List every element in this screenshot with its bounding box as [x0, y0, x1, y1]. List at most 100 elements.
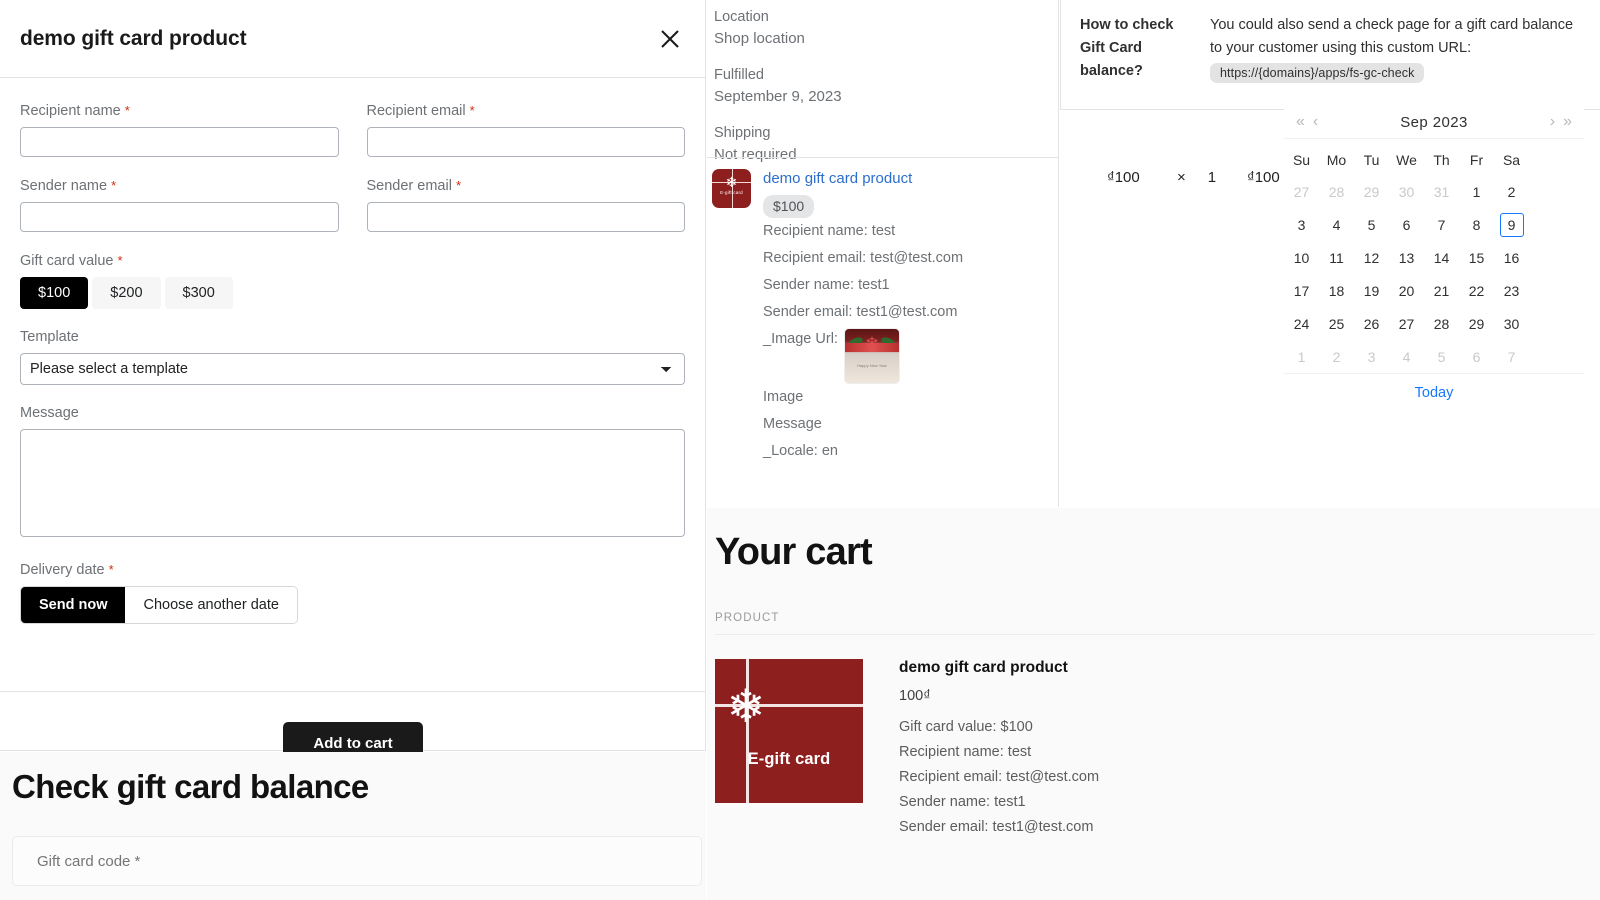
calendar-day-cell[interactable]: 1 [1284, 340, 1319, 373]
cart-column-header-product: PRODUCT [715, 612, 1595, 635]
name-email-row-1: Recipient name * Recipient email * [20, 102, 685, 157]
gift-card-code-input[interactable] [35, 852, 679, 871]
delivery-send-now-button[interactable]: Send now [21, 587, 125, 623]
cart-product-price: 100₫ [899, 688, 1099, 704]
calendar-day-cell[interactable]: 27 [1284, 175, 1319, 208]
location-label: Location [714, 7, 1058, 28]
calendar-day-cell[interactable]: 6 [1459, 340, 1494, 373]
calendar-day-cell[interactable]: 2 [1494, 175, 1529, 208]
calendar-day-cell[interactable]: 24 [1284, 307, 1319, 340]
required-marker: * [118, 253, 123, 268]
calendar-day-cell[interactable]: 13 [1389, 241, 1424, 274]
gift-card-value-option-200[interactable]: $200 [92, 277, 160, 309]
required-marker: * [109, 562, 114, 577]
line-item-quantity: 1 [1208, 169, 1216, 186]
calendar-day-cell[interactable]: 3 [1354, 340, 1389, 373]
cart-item-property: Recipient name: test [899, 740, 1099, 765]
calendar-day-cell[interactable]: 7 [1494, 340, 1529, 373]
calendar-day-cell[interactable]: 10 [1284, 241, 1319, 274]
calendar-day-cell[interactable]: 20 [1389, 274, 1424, 307]
calendar-day-cell[interactable]: 26 [1354, 307, 1389, 340]
calendar-day-cell[interactable]: 7 [1424, 208, 1459, 241]
calendar-day-cell[interactable]: 22 [1459, 274, 1494, 307]
calendar-day-number: 27 [1290, 180, 1314, 204]
prev-year-icon[interactable]: « [1292, 114, 1309, 130]
ribbon-bow-icon: ❄ [865, 334, 879, 354]
message-label: Message [20, 404, 685, 422]
gift-card-code-field[interactable] [12, 836, 702, 886]
calendar-day-cell[interactable]: 15 [1459, 241, 1494, 274]
calendar-day-cell[interactable]: 30 [1389, 175, 1424, 208]
calendar-day-cell[interactable]: 14 [1424, 241, 1459, 274]
gift-card-value-block: Gift card value * $100 $200 $300 [20, 252, 685, 309]
calendar-day-cell[interactable]: 1 [1459, 175, 1494, 208]
calendar-week-row: 24252627282930 [1284, 307, 1584, 340]
calendar-day-cell[interactable]: 4 [1389, 340, 1424, 373]
calendar-day-cell[interactable]: 9 [1494, 208, 1529, 241]
gift-card-value-option-100[interactable]: $100 [20, 277, 88, 309]
calendar-day-number: 5 [1430, 345, 1454, 369]
calendar-day-number: 4 [1395, 345, 1419, 369]
calendar-day-number: 23 [1500, 279, 1524, 303]
calendar-day-number: 17 [1290, 279, 1314, 303]
fulfilled-value: September 9, 2023 [714, 86, 1058, 107]
calendar-day-cell[interactable]: 4 [1319, 208, 1354, 241]
calendar-day-cell[interactable]: 5 [1354, 208, 1389, 241]
calendar-day-number: 28 [1430, 312, 1454, 336]
calendar-day-cell[interactable]: 5 [1424, 340, 1459, 373]
calendar-day-cell[interactable]: 30 [1494, 307, 1529, 340]
line-item-product-link[interactable]: demo gift card product [763, 169, 912, 189]
required-marker: * [111, 178, 116, 193]
gift-card-value-option-300[interactable]: $300 [165, 277, 233, 309]
page-root: demo gift card product Recipient name * [0, 0, 1600, 900]
cart-title: Your cart [715, 530, 1600, 574]
template-block: Template Please select a template [20, 328, 685, 385]
calendar-day-cell[interactable]: 3 [1284, 208, 1319, 241]
delivery-choose-date-button[interactable]: Choose another date [125, 587, 296, 623]
prev-month-icon[interactable]: ‹ [1309, 114, 1322, 130]
calendar-day-cell[interactable]: 29 [1459, 307, 1494, 340]
calendar-day-cell[interactable]: 17 [1284, 274, 1319, 307]
sender-name-input[interactable] [20, 202, 339, 232]
message-textarea[interactable] [20, 429, 685, 537]
calendar-day-cell[interactable]: 27 [1389, 307, 1424, 340]
calendar-week-row: 1234567 [1284, 340, 1584, 373]
calendar-day-cell[interactable]: 28 [1424, 307, 1459, 340]
template-select[interactable]: Please select a template [20, 353, 685, 385]
calendar-today-link[interactable]: Today [1415, 385, 1454, 401]
calendar-day-cell[interactable]: 25 [1319, 307, 1354, 340]
calendar-day-number: 11 [1325, 246, 1349, 270]
close-icon[interactable] [655, 24, 685, 54]
calendar-day-cell[interactable]: 8 [1459, 208, 1494, 241]
recipient-name-input[interactable] [20, 127, 339, 157]
calendar-day-cell[interactable]: 19 [1354, 274, 1389, 307]
check-balance-url-chip[interactable]: https://{domains}/apps/fs-gc-check [1210, 63, 1424, 83]
calendar-day-cell[interactable]: 11 [1319, 241, 1354, 274]
calendar-day-number: 7 [1500, 345, 1524, 369]
required-marker: * [456, 178, 461, 193]
modal-footer: Add to cart [0, 691, 705, 750]
calendar-day-cell[interactable]: 29 [1354, 175, 1389, 208]
cart-item-info: demo gift card product 100₫ Gift card va… [899, 659, 1099, 840]
recipient-email-input[interactable] [367, 127, 686, 157]
calendar-day-cell[interactable]: 23 [1494, 274, 1529, 307]
calendar-day-cell[interactable]: 16 [1494, 241, 1529, 274]
calendar-day-cell[interactable]: 2 [1319, 340, 1354, 373]
next-month-icon[interactable]: › [1546, 114, 1559, 130]
your-cart-section: Your cart PRODUCT ❄ E-gift card demo gif… [707, 508, 1600, 900]
calendar-day-number: 30 [1500, 312, 1524, 336]
calendar-day-number: 8 [1465, 213, 1489, 237]
calendar-day-cell[interactable]: 6 [1389, 208, 1424, 241]
field-recipient-name: Recipient name * [20, 102, 339, 157]
calendar-day-number: 10 [1290, 246, 1314, 270]
calendar-day-cell[interactable]: 21 [1424, 274, 1459, 307]
calendar-day-cell[interactable]: 28 [1319, 175, 1354, 208]
sender-email-input[interactable] [367, 202, 686, 232]
calendar-day-cell[interactable]: 31 [1424, 175, 1459, 208]
cart-item-property: Sender email: test1@test.com [899, 815, 1099, 840]
calendar-day-cell[interactable]: 18 [1319, 274, 1354, 307]
next-year-icon[interactable]: » [1559, 114, 1576, 130]
required-marker: * [470, 103, 475, 118]
cart-thumb-label: E-gift card [715, 750, 863, 769]
calendar-day-cell[interactable]: 12 [1354, 241, 1389, 274]
